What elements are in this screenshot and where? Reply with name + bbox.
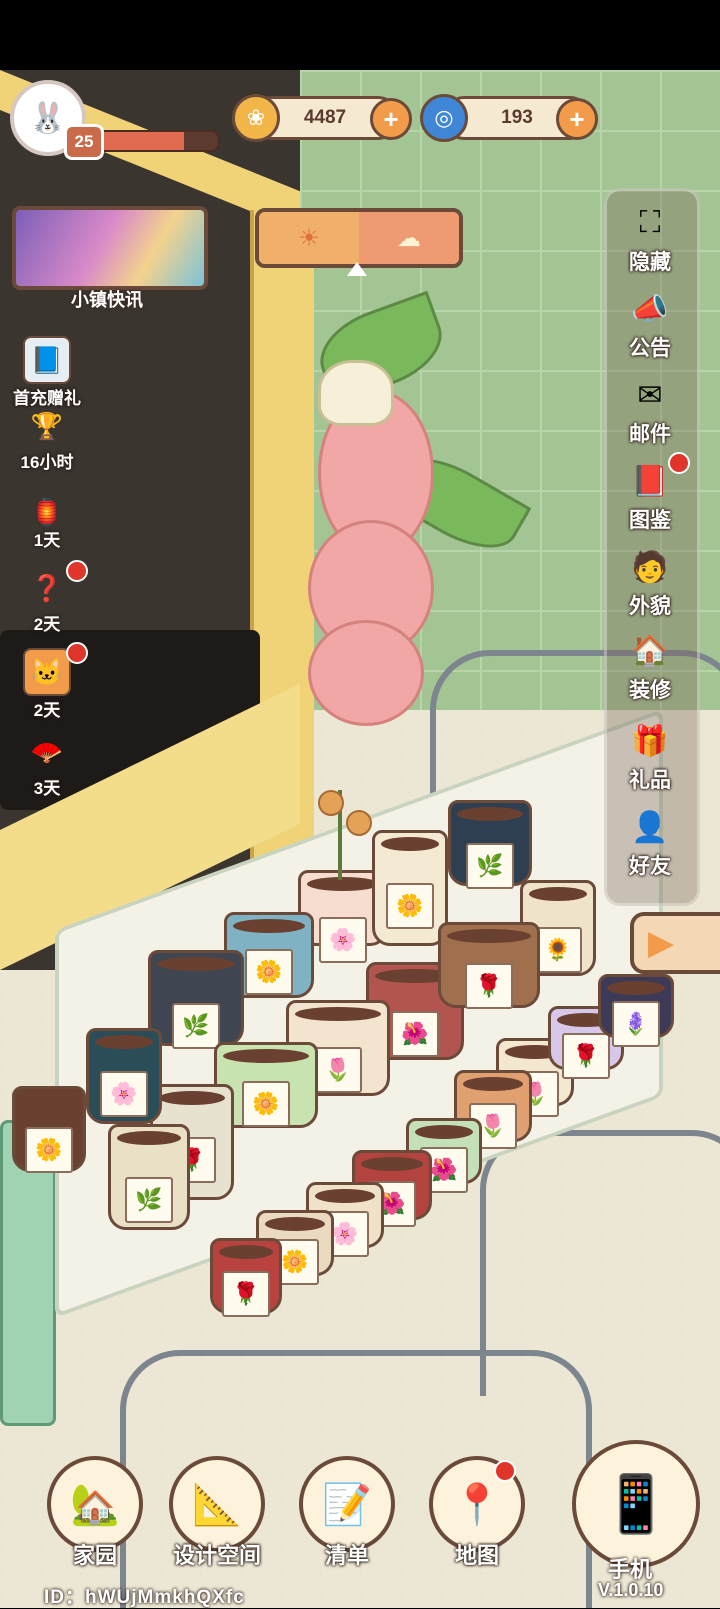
- notification-dot: [668, 452, 690, 474]
- nav-label: 清单: [324, 1543, 369, 1568]
- menu-label: 公告: [629, 337, 671, 360]
- town-news-banner[interactable]: [12, 206, 208, 290]
- plant-pot[interactable]: 🌿: [108, 1124, 190, 1230]
- left-item-lamp-event[interactable]: 🏮 1天: [4, 484, 90, 551]
- plant-pot[interactable]: 🌿: [448, 800, 532, 889]
- add-gems-button[interactable]: +: [556, 98, 598, 140]
- add-coins-button[interactable]: +: [370, 98, 412, 140]
- left-item-first-charge-gift[interactable]: 📘 首充赠礼: [4, 336, 90, 409]
- sunrise-icon: ☀: [259, 212, 359, 264]
- plant-pot[interactable]: 🌼: [372, 830, 448, 946]
- time-pointer-icon: [347, 262, 367, 276]
- day-cycle-indicator[interactable]: ☀ ☁: [255, 208, 463, 268]
- menu-label: 隐藏: [629, 251, 671, 274]
- menu-mail-button[interactable]: ✉ 邮件: [612, 372, 688, 448]
- play-arrow-icon: ▶: [648, 924, 675, 962]
- menu-label: 图鉴: [629, 509, 671, 532]
- nav-label: 地图: [454, 1543, 499, 1568]
- menu-friends-button[interactable]: 👤 好友: [612, 804, 688, 880]
- menu-label: 邮件: [629, 423, 671, 446]
- face-icon: 🧑: [631, 550, 669, 584]
- question-icon: ❓: [30, 572, 64, 603]
- house-wrench-icon: 🏠: [631, 634, 669, 668]
- plant-pot[interactable]: 🪻: [598, 974, 674, 1047]
- menu-hide-button[interactable]: ⛶ 隐藏: [612, 200, 688, 276]
- notification-dot: [494, 1460, 516, 1482]
- phone-icon: 📱: [601, 1472, 671, 1535]
- notification-dot: [66, 642, 88, 664]
- megaphone-icon: 📣: [631, 292, 669, 326]
- left-item-question-event[interactable]: ❓ 2天: [4, 560, 90, 635]
- left-item-label: 1天: [33, 531, 61, 550]
- envelope-icon: ✉: [637, 378, 663, 412]
- gem-value: 193: [501, 107, 533, 128]
- plant-pot[interactable]: 🌹: [210, 1238, 282, 1317]
- menu-label: 装修: [629, 679, 671, 702]
- left-item-fan-event[interactable]: 🪭 3天: [4, 730, 90, 799]
- plant-pot[interactable]: 🌿: [148, 950, 244, 1049]
- left-item-label: 2天: [33, 615, 61, 634]
- gift-book-icon: 📘: [23, 336, 71, 384]
- left-item-label: 16小时: [20, 453, 74, 472]
- menu-announcement-button[interactable]: 📣 公告: [612, 286, 688, 362]
- menu-label: 好友: [629, 855, 671, 878]
- friend-icon: 👤: [631, 810, 669, 844]
- nav-design-space-button[interactable]: 📐 设计空间: [162, 1456, 272, 1570]
- cat-box-icon: 🐱: [23, 648, 71, 696]
- trophy-icon: 🏆: [30, 410, 64, 441]
- player-id-text: ID：hWUjMmkhQXfc: [44, 1587, 245, 1608]
- nav-home-button[interactable]: 🏡 家园: [40, 1456, 150, 1570]
- menu-label: 外貌: [629, 595, 671, 618]
- town-news-label: 小镇快讯: [71, 290, 143, 310]
- swirl-gem-icon: ◎: [420, 94, 468, 142]
- menu-decorate-button[interactable]: 🏠 装修: [612, 628, 688, 704]
- nav-map-button[interactable]: 📍 地图: [422, 1456, 532, 1570]
- left-item-label: 3天: [33, 779, 61, 798]
- plant-pot[interactable]: 🌸: [86, 1028, 162, 1124]
- bunny-avatar-icon: 🐰: [29, 101, 67, 135]
- menu-gifts-button[interactable]: 🎁 礼品: [612, 718, 688, 794]
- left-item-cat-box-event[interactable]: 🐱 2天: [4, 642, 90, 721]
- fan-icon: 🪭: [30, 736, 64, 767]
- menu-label: 礼品: [629, 769, 671, 792]
- expand-arrow-button[interactable]: ▶: [630, 912, 720, 974]
- player-level-badge: 25: [64, 124, 104, 160]
- xp-progress-fill: [98, 132, 185, 150]
- menu-collection-button[interactable]: 📕 图鉴: [612, 452, 690, 534]
- nav-label: 家园: [72, 1543, 117, 1568]
- expand-frame-icon: ⛶: [639, 206, 661, 239]
- coin-value: 4487: [303, 107, 347, 128]
- plant-pot[interactable]: 🌹: [438, 922, 540, 1009]
- cloudy-day-icon: ☁: [359, 212, 459, 264]
- coin-icon: ❀: [232, 94, 280, 142]
- notification-dot: [66, 560, 88, 582]
- left-item-label: 2天: [33, 701, 61, 720]
- nav-list-button[interactable]: 📝 清单: [292, 1456, 402, 1570]
- left-item-trophy-event[interactable]: 🏆 16小时: [4, 404, 90, 473]
- nav-label: 设计空间: [172, 1543, 261, 1568]
- phone-button[interactable]: 📱: [572, 1440, 700, 1568]
- gift-icon: 🎁: [631, 724, 669, 758]
- giant-flower-decoration: [308, 290, 532, 740]
- version-text: V.1.0.10: [598, 1580, 664, 1600]
- xp-progress-bar: [96, 130, 220, 152]
- plant-pot[interactable]: 🌼: [12, 1086, 86, 1173]
- menu-appearance-button[interactable]: 🧑 外貌: [612, 544, 688, 620]
